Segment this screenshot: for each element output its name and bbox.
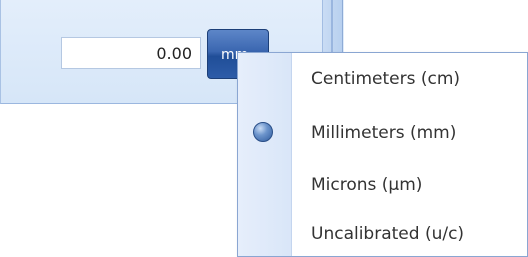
menu-item-label: Millimeters (mm): [311, 123, 457, 143]
menu-item-centimeters[interactable]: Centimeters (cm): [238, 55, 527, 105]
screenshot-stage: 0.00 mm Centimeters (cm) Millimeters (mm…: [0, 0, 528, 257]
unit-dropdown-menu: Centimeters (cm) Millimeters (mm) Micron…: [237, 52, 528, 257]
menu-item-millimeters[interactable]: Millimeters (mm): [238, 109, 527, 159]
menu-item-uncalibrated[interactable]: Uncalibrated (u/c): [238, 210, 527, 257]
menu-item-label: Centimeters (cm): [311, 69, 461, 89]
menu-item-label: Uncalibrated (u/c): [311, 224, 465, 244]
menu-item-microns[interactable]: Microns (µm): [238, 161, 527, 211]
menu-item-label: Microns (µm): [311, 175, 423, 195]
radio-selected-icon: [253, 122, 273, 142]
measurement-value-input[interactable]: 0.00: [61, 37, 201, 69]
